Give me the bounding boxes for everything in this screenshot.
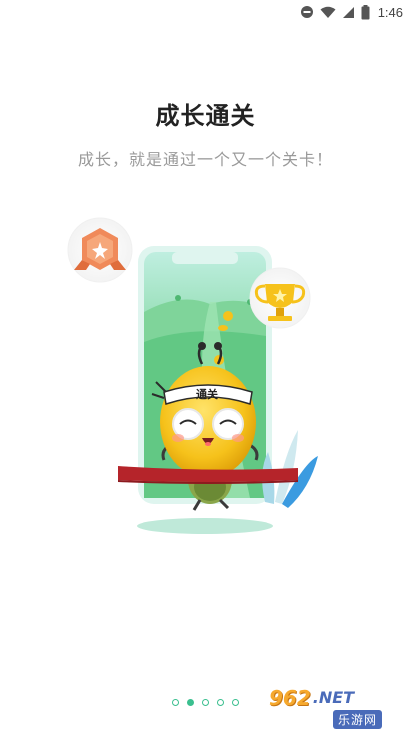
hexagon-medal-icon [67, 217, 133, 283]
signal-icon [342, 6, 355, 19]
watermark-logo: 962 .NET 乐游网 [269, 688, 403, 729]
status-time: 1:46 [377, 4, 403, 20]
page-subtitle: 成长，就是通过一个又一个关卡！ [77, 150, 333, 169]
page-title: 成长通关 [155, 102, 256, 130]
battery-icon [361, 4, 370, 20]
illustration: 通关 [60, 212, 340, 542]
do-not-disturb-icon [300, 5, 314, 19]
watermark-brand: 乐游网 [333, 709, 383, 729]
watermark-top: 962 .NET [269, 688, 354, 708]
headband-text: 通关 [196, 387, 218, 401]
watermark-number: 962 [269, 685, 311, 710]
page-dot-4[interactable] [217, 699, 224, 706]
page-dot-5[interactable] [232, 699, 239, 706]
ground-shadow [137, 518, 273, 534]
wifi-icon [320, 6, 336, 19]
illustration-svg: 通关 [67, 217, 318, 534]
page-dot-3[interactable] [202, 699, 209, 706]
watermark-net: .NET [312, 687, 355, 707]
trophy-icon [249, 267, 311, 329]
page-dot-1[interactable] [172, 699, 179, 706]
status-bar: 1:46 [0, 0, 411, 24]
onboarding-screen: 1:46 成长通关 成长，就是通过一个又一个关卡！ 通关 962 .NET 乐游… [0, 0, 411, 732]
page-dot-2-active[interactable] [187, 699, 194, 706]
